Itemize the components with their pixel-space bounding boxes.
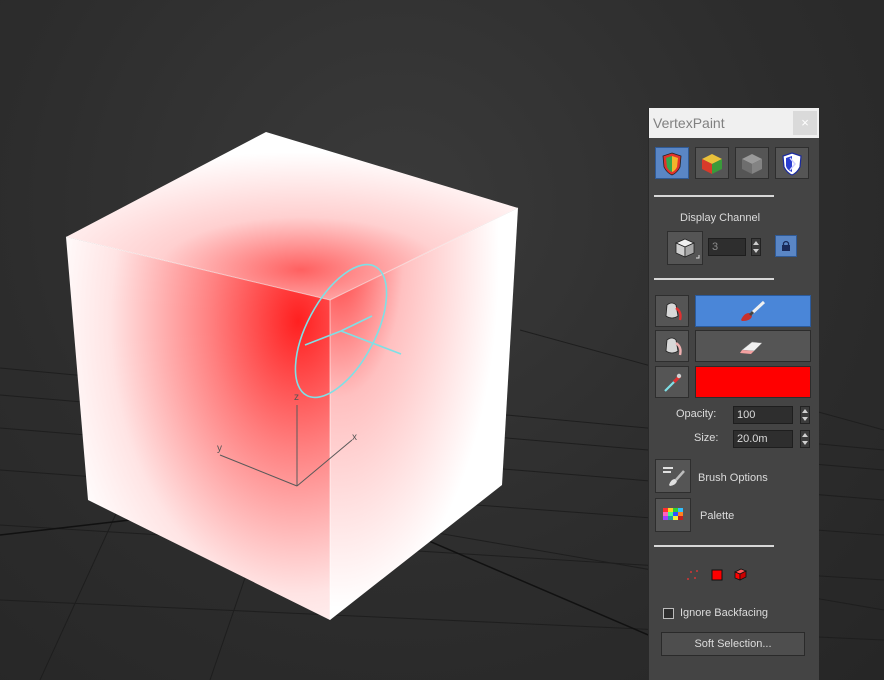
- axis-label-y: y: [217, 443, 222, 454]
- vertex-paint-icon: [662, 152, 682, 176]
- cube-left-face[interactable]: [66, 237, 330, 620]
- vertex-paint-toggle-button[interactable]: [655, 147, 689, 179]
- separator-2: [654, 278, 774, 280]
- erase-all-button[interactable]: [655, 330, 689, 362]
- brush-options-button[interactable]: [655, 459, 691, 493]
- spinner-up-icon[interactable]: [802, 433, 808, 437]
- face-level-icon[interactable]: [711, 569, 723, 581]
- opacity-spinner[interactable]: [800, 406, 810, 424]
- shaded-display-button[interactable]: [735, 147, 769, 179]
- channel-lock-button[interactable]: [775, 235, 797, 257]
- axis-label-z: z: [294, 392, 299, 403]
- size-label: Size:: [694, 432, 719, 444]
- vertex-level-icon[interactable]: [687, 570, 698, 580]
- selection-level-icons: [687, 568, 747, 581]
- panel-title: VertexPaint: [653, 115, 725, 131]
- spinner-up-icon[interactable]: [802, 409, 808, 413]
- spinner-up-icon[interactable]: [753, 241, 759, 245]
- separator-1: [654, 195, 774, 197]
- vertex-color-cube-icon: [702, 154, 722, 174]
- vertex-paint-panel: VertexPaint × Display Channel 3 Opacity:…: [648, 108, 819, 680]
- separator-3: [654, 545, 774, 547]
- paint-brush-icon: [741, 300, 766, 321]
- erase-button[interactable]: [695, 330, 811, 362]
- size-spinner[interactable]: [800, 430, 810, 448]
- lock-icon: [782, 240, 790, 251]
- size-input[interactable]: 20.0m: [733, 430, 793, 448]
- white-cube-icon: [675, 238, 700, 259]
- painted-cube[interactable]: [65, 132, 519, 620]
- paint-bucket-icon: [665, 302, 682, 321]
- vertex-color-display-button[interactable]: [695, 147, 729, 179]
- ignore-backfacing-checkbox[interactable]: [663, 608, 674, 619]
- channel-spinner[interactable]: [751, 238, 761, 256]
- spinner-down-icon[interactable]: [753, 249, 759, 253]
- soft-selection-button[interactable]: Soft Selection...: [661, 632, 805, 656]
- spinner-down-icon[interactable]: [802, 441, 808, 445]
- close-button[interactable]: ×: [793, 111, 817, 135]
- display-channel-label: Display Channel: [680, 212, 761, 224]
- element-level-icon[interactable]: [734, 568, 747, 581]
- channel-number-field[interactable]: 3: [708, 238, 746, 256]
- brush-options-label: Brush Options: [698, 472, 768, 484]
- axis-label-x: x: [352, 432, 357, 443]
- channel-display-button[interactable]: [667, 231, 703, 265]
- paint-color-swatch[interactable]: [695, 366, 811, 398]
- palette-label: Palette: [700, 510, 735, 522]
- palette-icon: [663, 508, 683, 520]
- opacity-input[interactable]: 100: [733, 406, 793, 424]
- disable-display-button[interactable]: [775, 147, 809, 179]
- palette-button[interactable]: [655, 498, 691, 532]
- gray-cube-icon: [742, 154, 762, 174]
- brush-options-icon: [663, 467, 685, 486]
- shield-blue-icon: [782, 152, 802, 176]
- eyedropper-icon: [664, 373, 682, 392]
- opacity-label: Opacity:: [676, 408, 717, 420]
- eraser-icon: [740, 341, 763, 354]
- color-picker-button[interactable]: [655, 366, 689, 398]
- spinner-down-icon[interactable]: [802, 417, 808, 421]
- paint-all-button[interactable]: [655, 295, 689, 327]
- ignore-backfacing-label: Ignore Backfacing: [680, 607, 769, 619]
- panel-titlebar[interactable]: VertexPaint ×: [649, 108, 819, 138]
- paint-brush-button[interactable]: [695, 295, 811, 327]
- erase-bucket-icon: [665, 337, 682, 356]
